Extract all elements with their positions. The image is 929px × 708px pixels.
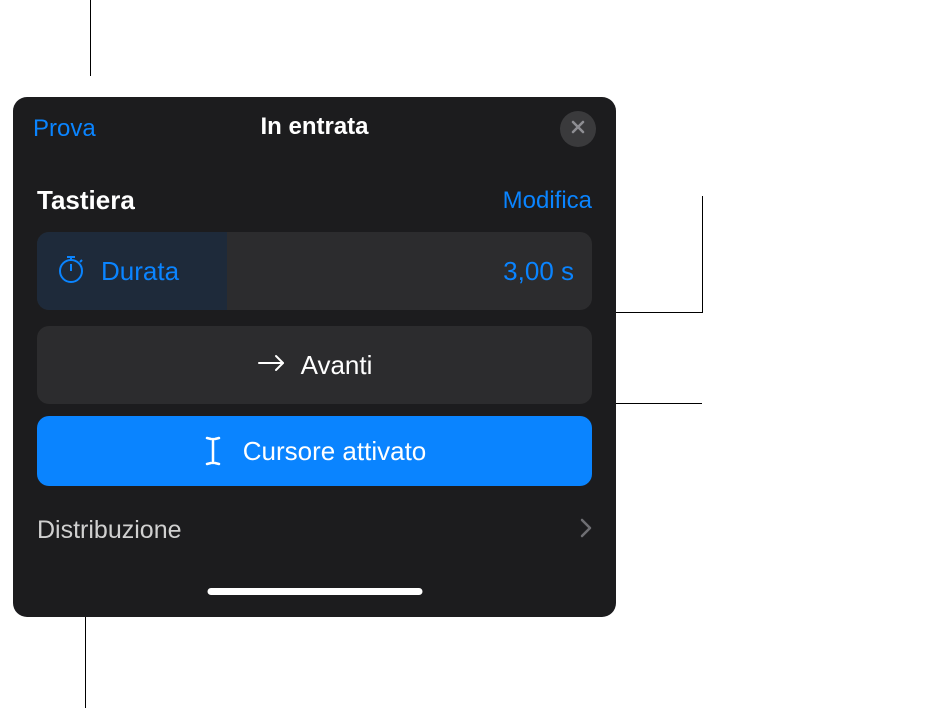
avanti-label: Avanti <box>301 350 373 381</box>
chevron-right-icon <box>580 518 592 543</box>
durata-label: Durata <box>101 256 179 287</box>
row-container: Durata 3,00 s Avanti <box>13 232 616 486</box>
arrow-right-icon <box>257 353 287 378</box>
settings-panel: Prova In entrata Tastiera Modifica <box>13 97 616 617</box>
close-icon <box>570 119 586 140</box>
callout-line <box>702 196 703 313</box>
avanti-button[interactable]: Avanti <box>37 326 592 404</box>
modifica-button[interactable]: Modifica <box>503 187 592 215</box>
distribuzione-label: Distribuzione <box>37 516 182 545</box>
cursore-button[interactable]: Cursore attivato <box>37 416 592 486</box>
prova-button[interactable]: Prova <box>33 115 96 143</box>
cursore-label: Cursore attivato <box>243 436 427 467</box>
cursor-icon <box>203 435 223 467</box>
close-button[interactable] <box>560 111 596 147</box>
distribuzione-row[interactable]: Distribuzione <box>13 486 616 545</box>
home-indicator[interactable] <box>207 588 422 595</box>
durata-row[interactable]: Durata 3,00 s <box>37 232 592 310</box>
callout-line <box>85 614 86 708</box>
callout-line <box>90 0 91 76</box>
durata-value: 3,00 s <box>503 256 574 287</box>
section-header: Tastiera Modifica <box>13 157 616 232</box>
panel-header: Prova In entrata <box>13 97 616 157</box>
callout-line <box>614 312 702 313</box>
stopwatch-icon <box>55 253 87 290</box>
panel-title: In entrata <box>260 113 368 141</box>
section-title: Tastiera <box>37 185 135 216</box>
